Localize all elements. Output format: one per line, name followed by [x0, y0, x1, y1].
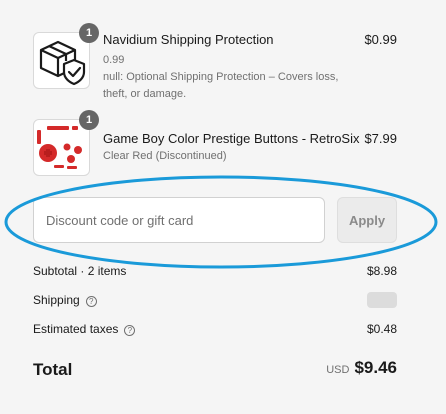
help-icon[interactable]: ?	[85, 296, 97, 307]
apply-discount-button[interactable]: Apply	[337, 197, 397, 243]
total-label: Total	[33, 360, 73, 379]
quantity-badge: 1	[79, 23, 99, 43]
total-row: Total USD $9.46	[33, 358, 397, 382]
taxes-label-wrap: Estimated taxes?	[33, 320, 136, 338]
item-variant: Clear Red (Discontinued)	[103, 150, 227, 162]
taxes-row: Estimated taxes? $0.48	[33, 320, 397, 338]
line-item-shipping-protection: 1 Navidium Shipping Protection 0.99 null…	[33, 23, 397, 100]
item-title: Game Boy Color Prestige Buttons - RetroS…	[103, 131, 360, 146]
taxes-value: $0.48	[366, 322, 397, 336]
subtotal-row: Subtotal · 2 items $8.98	[33, 262, 397, 280]
shipping-row: Shipping?	[33, 291, 397, 309]
total-value-wrap: USD $9.46	[326, 358, 397, 378]
item-note: null: Optional Shipping Protection – Cov…	[103, 71, 339, 83]
shipping-label: Shipping	[33, 293, 80, 307]
red-buttons-image	[37, 126, 82, 169]
item-price: $7.99	[364, 131, 397, 146]
item-note: theft, or damage.	[103, 88, 187, 100]
help-icon[interactable]: ?	[124, 325, 136, 336]
package-shield-icon	[39, 40, 86, 86]
product-thumbnail: 1	[33, 110, 99, 176]
product-thumbnail: 1	[33, 23, 99, 89]
shipping-value-loading	[367, 292, 397, 308]
currency-code: USD	[326, 364, 350, 376]
item-price: $0.99	[364, 32, 397, 47]
item-variant: 0.99	[103, 54, 125, 66]
item-title: Navidium Shipping Protection	[103, 32, 274, 47]
subtotal-label: Subtotal · 2 items	[33, 264, 127, 278]
shipping-label-wrap: Shipping?	[33, 291, 97, 309]
quantity-badge: 1	[79, 110, 99, 130]
discount-code-input[interactable]	[33, 197, 325, 243]
total-amount: $9.46	[354, 358, 397, 377]
subtotal-value: $8.98	[366, 264, 397, 278]
taxes-label: Estimated taxes	[33, 322, 119, 336]
line-item-gameboy-buttons: 1 Game Boy Color Prestige Buttons - Retr…	[33, 110, 397, 179]
